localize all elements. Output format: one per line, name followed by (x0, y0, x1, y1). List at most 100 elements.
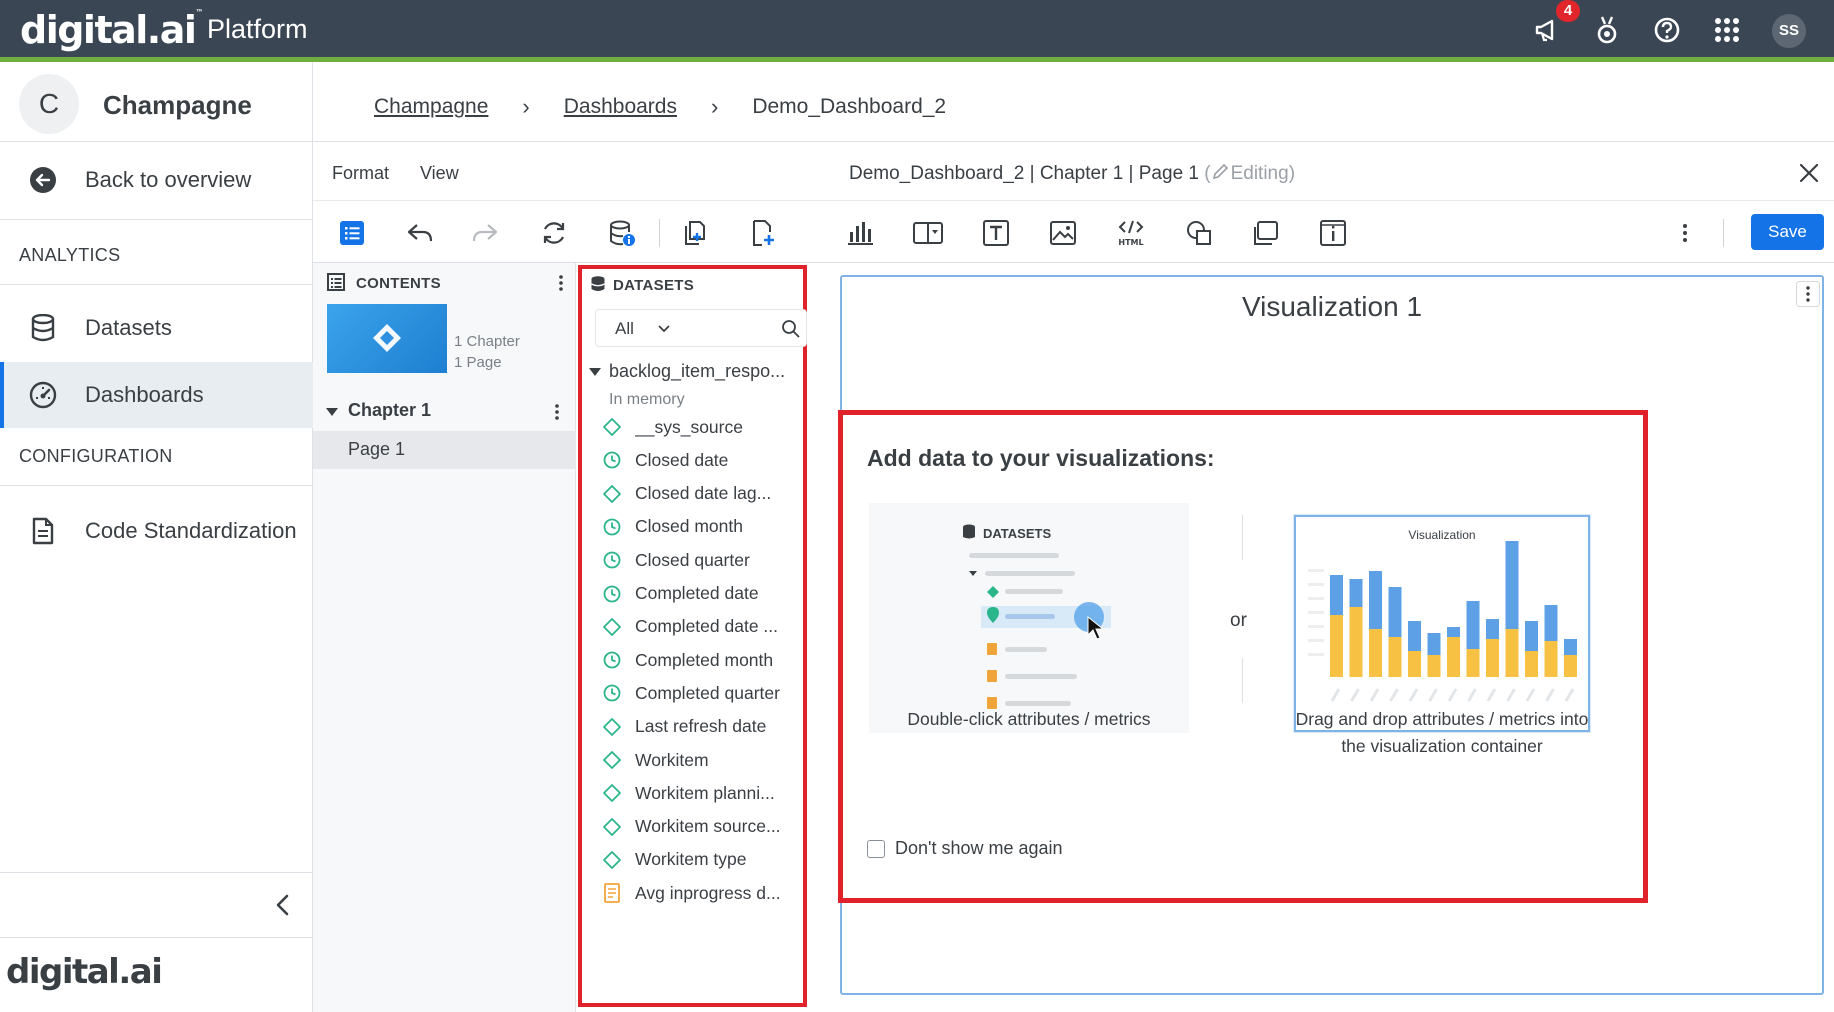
collapse-sidebar-button[interactable] (268, 890, 298, 920)
close-icon[interactable] (1796, 160, 1822, 186)
dont-show-again-option[interactable]: Don't show me again (867, 838, 1063, 859)
sidebar-item-code-standardization[interactable]: Code Standardization (0, 498, 313, 564)
svg-text:HTML: HTML (1118, 238, 1143, 247)
chapter-label: Chapter 1 (348, 400, 432, 420)
dataset-field-label: Completed quarter (635, 682, 780, 703)
caret-down-icon[interactable] (588, 367, 602, 377)
breadcrumb-current: Demo_Dashboard_2 (752, 95, 947, 118)
insert-text-icon[interactable] (981, 218, 1011, 248)
attribute-icon (602, 617, 622, 637)
section-heading-configuration: CONFIGURATION (19, 446, 173, 466)
dataset-field-time[interactable]: Completed month (602, 645, 802, 675)
clock-icon (602, 650, 622, 670)
toolbar-divider (1723, 219, 1724, 247)
insert-panel-icon[interactable] (913, 218, 943, 248)
sidebar-item-dashboards[interactable]: Dashboards (0, 362, 313, 428)
divider (0, 284, 313, 285)
divider (0, 219, 313, 220)
visualization-title[interactable]: Visualization 1 (842, 291, 1822, 323)
dataset-field-label: Workitem planni... (635, 782, 775, 803)
dataset-field-label: Workitem type (635, 849, 747, 870)
search-icon[interactable] (781, 319, 801, 339)
add-page-icon[interactable] (748, 218, 778, 248)
chapter-menu-icon[interactable] (553, 402, 561, 422)
insert-html-icon[interactable]: HTML (1116, 218, 1146, 248)
dont-show-again-checkbox[interactable] (867, 839, 885, 858)
document-icon (28, 516, 58, 546)
dataset-filter-value: All (615, 319, 634, 338)
brand-logo[interactable]: digital.ai™ (20, 8, 203, 52)
dataset-name[interactable]: backlog_item_respo... (609, 361, 794, 382)
apps-grid-icon[interactable] (1710, 13, 1744, 47)
attribute-icon (602, 417, 622, 437)
product-name: Platform (207, 14, 308, 44)
contents-panel: CONTENTS 1 Chapter 1 Page Chapter 1 Page… (313, 263, 576, 1012)
dataset-info-icon[interactable] (607, 218, 637, 248)
toggle-contents-button[interactable] (337, 218, 367, 248)
dataset-field-attribute[interactable]: Workitem planni... (602, 778, 802, 808)
divider (313, 200, 1834, 201)
refresh-icon[interactable] (539, 218, 569, 248)
caret-down-icon[interactable] (325, 407, 339, 417)
dataset-field-time[interactable]: Completed date (602, 579, 802, 609)
more-options-icon[interactable] (1670, 218, 1700, 248)
contents-menu-icon[interactable] (557, 273, 565, 293)
attribute-icon (602, 717, 622, 737)
insert-information-icon[interactable] (1318, 218, 1348, 248)
breadcrumb-link-dashboards[interactable]: Dashboards (564, 95, 677, 119)
dataset-field-attribute[interactable]: Closed date lag... (602, 479, 802, 509)
save-button[interactable]: Save (1751, 214, 1824, 250)
dataset-field-time[interactable]: Closed month (602, 512, 802, 542)
visualization-menu-button[interactable] (1796, 281, 1820, 307)
attribute-icon (602, 783, 622, 803)
dataset-filter-select[interactable]: All (595, 309, 807, 347)
dataset-field-metric[interactable]: Avg inprogress d... (602, 878, 802, 908)
user-avatar[interactable]: SS (1772, 14, 1806, 48)
top-bar: digital.ai™ Platform 4 SS (0, 0, 1834, 62)
duplicate-page-icon[interactable] (681, 218, 711, 248)
dashboard-thumbnail[interactable] (327, 304, 447, 373)
chapter-item[interactable]: Chapter 1 (313, 393, 576, 429)
dataset-field-attribute[interactable]: Workitem source... (602, 812, 802, 842)
sidebar-item-label: Datasets (85, 315, 172, 340)
arrow-left-circle-icon (28, 165, 58, 195)
sidebar-item-datasets[interactable]: Datasets (0, 295, 313, 361)
divider (0, 485, 313, 486)
attribute-icon (602, 750, 622, 770)
dataset-field-time[interactable]: Closed date (602, 445, 802, 475)
breadcrumb-link-champagne[interactable]: Champagne (374, 95, 488, 119)
insert-container-icon[interactable] (1251, 218, 1281, 248)
dataset-field-attribute[interactable]: Workitem type (602, 845, 802, 875)
help-icon[interactable] (1650, 13, 1684, 47)
document-title-text: Demo_Dashboard_2 | Chapter 1 | Page 1 (849, 163, 1199, 184)
insert-image-icon[interactable] (1048, 218, 1078, 248)
insert-chart-icon[interactable] (845, 218, 875, 248)
divider (1242, 515, 1243, 560)
achievements-icon[interactable] (1590, 13, 1624, 47)
divider (313, 141, 1834, 142)
back-to-overview-link[interactable]: Back to overview (0, 147, 313, 213)
dataset-field-attribute[interactable]: __sys_source (602, 412, 802, 442)
left-sidebar: C Champagne Back to overview ANALYTICS D… (0, 62, 313, 1012)
chevron-right-icon: › (710, 94, 719, 119)
dataset-field-label: __sys_source (635, 416, 743, 437)
dataset-field-label: Last refresh date (635, 716, 767, 737)
dataset-field-time[interactable]: Closed quarter (602, 545, 802, 575)
dataset-field-attribute[interactable]: Last refresh date (602, 712, 802, 742)
insert-shape-icon[interactable] (1184, 218, 1214, 248)
chevron-right-icon: › (522, 94, 530, 119)
drag-drop-caption-line2: the visualization container (1341, 736, 1543, 756)
menu-format[interactable]: Format (332, 163, 389, 184)
drag-drop-caption-line1: Drag and drop attributes / metrics into (1295, 709, 1589, 729)
dataset-field-time[interactable]: Completed quarter (602, 678, 802, 708)
popup-pointer (822, 428, 834, 446)
chapter-count: 1 Chapter (454, 333, 520, 350)
page-item[interactable]: Page 1 (313, 431, 576, 469)
illustration-visualization-label: Visualization (1408, 528, 1475, 542)
redo-icon[interactable] (470, 218, 500, 248)
menu-view[interactable]: View (420, 163, 459, 184)
dataset-field-label: Avg inprogress d... (635, 882, 781, 903)
undo-icon[interactable] (405, 218, 435, 248)
dataset-field-attribute[interactable]: Completed date ... (602, 612, 802, 642)
dataset-field-attribute[interactable]: Workitem (602, 745, 802, 775)
